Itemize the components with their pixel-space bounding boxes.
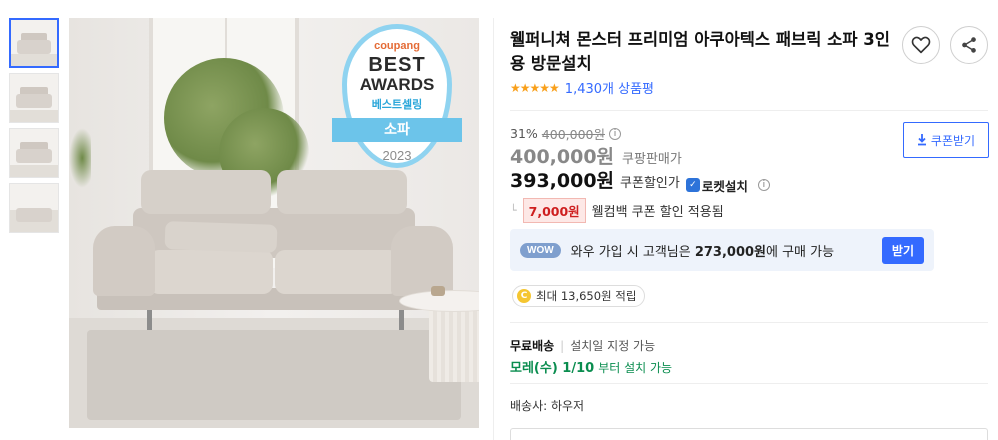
thumb-sofa (17, 40, 51, 54)
divider (510, 110, 988, 111)
install-date-note: 설치일 지정 가능 (570, 339, 656, 353)
badge-title-awards: AWARDS (359, 75, 435, 94)
arrival-suffix: 부터 설치 가능 (598, 361, 673, 375)
wishlist-button[interactable] (902, 26, 940, 64)
applied-coupon-row: └ 7,000원 웰컴백 쿠폰 할인 적용됨 (510, 198, 724, 223)
thumbnail-2[interactable] (9, 73, 59, 123)
wow-text-prefix: 와우 가입 시 고객님은 (570, 244, 695, 260)
cash-points-text: 최대 13,650원 적립 (536, 289, 637, 303)
download-icon (917, 134, 926, 146)
share-icon (962, 37, 976, 53)
thumb-floor (11, 54, 57, 66)
heart-icon (911, 36, 931, 54)
divider (510, 322, 988, 323)
wow-text: 와우 가입 시 고객님은 273,000원에 구매 가능 (571, 241, 872, 260)
divider (510, 383, 988, 384)
cash-points-pill: C 최대 13,650원 적립 (512, 285, 646, 307)
product-title: 웰퍼니쳐 몬스터 프리미엄 아쿠아텍스 패브릭 소파 3인용 방문설치 (510, 30, 890, 73)
table-cup (431, 286, 445, 296)
thumbnail-list (9, 18, 59, 238)
thumbnail-3[interactable] (9, 128, 59, 178)
sofa-leg (147, 308, 152, 330)
thumb-floor (10, 110, 58, 122)
badge-year: 2023 (382, 148, 412, 163)
coin-icon: C (517, 289, 531, 303)
sofa-arm-left (93, 226, 155, 296)
badge-title-best: BEST (368, 54, 426, 76)
image-plant (69, 128, 91, 188)
rocket-install-label: 로켓설치 (701, 178, 748, 194)
sofa-leg (399, 308, 404, 330)
original-price: 400,000원 (541, 127, 605, 142)
wow-badge: WOW (520, 242, 561, 258)
info-icon[interactable]: i (757, 179, 770, 191)
sofa-headrest-left (141, 170, 271, 214)
sale-price-label: 쿠팡판매가 (622, 152, 682, 167)
separator: | (560, 338, 565, 353)
thumb-sofa (16, 149, 52, 163)
image-rug (87, 330, 461, 420)
thumb-sofa (16, 94, 52, 108)
coupon-download-label: 쿠폰받기 (930, 133, 976, 148)
sofa-pillow (164, 221, 278, 253)
wow-membership-box: WOW 와우 가입 시 고객님은 273,000원에 구매 가능 받기 (510, 229, 934, 271)
discount-row: 31% 400,000원 i (510, 124, 621, 143)
sofa-headrest-right (277, 170, 407, 214)
rocket-install-badge: ✓ 로켓설치 (685, 176, 748, 195)
sofa-arm-right (391, 226, 453, 296)
thumbnail-1[interactable] (9, 18, 59, 68)
best-awards-badge: coupang BEST AWARDS 베스트셀링 소파 2023 (332, 24, 462, 172)
wow-text-suffix: 에 구매 가능 (766, 244, 835, 260)
coupon-price-label: 쿠폰할인가 (620, 176, 680, 191)
info-icon[interactable]: i (609, 127, 621, 140)
review-count-link[interactable]: 1,430개 상품평 (565, 78, 654, 97)
side-table-base (429, 302, 479, 382)
coupon-price-row: 393,000원 쿠폰할인가 ✓ 로켓설치 i (510, 166, 770, 195)
thumb-sofa (16, 208, 52, 222)
coupon-description: 웰컴백 쿠폰 할인 적용됨 (591, 205, 724, 220)
rating-row: ★★★★★ 1,430개 상품평 (510, 78, 654, 98)
discount-rate: 31% (510, 126, 538, 141)
sofa-seat-right (275, 250, 399, 294)
thumbnail-4[interactable] (9, 183, 59, 233)
sale-price-row: 400,000원 쿠팡판매가 (510, 142, 682, 169)
coupon-price: 393,000원 (510, 170, 615, 192)
badge-category-ribbon: 소파 (332, 118, 462, 142)
shipping-row: 무료배송 | 설치일 지정 가능 (510, 337, 655, 354)
free-shipping-label: 무료배송 (510, 339, 555, 353)
coupon-amount-tag: 7,000원 (522, 198, 586, 223)
arrival-date: 모레(수) 1/10 (510, 361, 595, 376)
column-divider (493, 18, 494, 440)
badge-brand: coupang (374, 40, 420, 52)
rating-stars-icon: ★★★★★ (510, 80, 560, 95)
wow-price: 273,000원 (694, 244, 766, 260)
rocket-icon: ✓ (685, 178, 700, 192)
thumb-floor (10, 165, 58, 177)
main-product-image[interactable]: coupang BEST AWARDS 베스트셀링 소파 2023 (69, 18, 479, 428)
badge-subtitle: 베스트셀링 (371, 98, 423, 111)
wow-join-button[interactable]: 받기 (881, 236, 924, 264)
option-selector-box[interactable] (510, 428, 988, 440)
share-button[interactable] (950, 26, 988, 64)
sofa-seat-left (149, 250, 273, 294)
delivery-company: 배송사: 하우저 (510, 399, 585, 413)
arrival-row: 모레(수) 1/10 부터 설치 가능 (510, 357, 672, 376)
corner-arrow-icon: └ (510, 204, 517, 217)
sale-price: 400,000원 (510, 146, 615, 168)
coupon-download-button[interactable]: 쿠폰받기 (903, 122, 989, 158)
